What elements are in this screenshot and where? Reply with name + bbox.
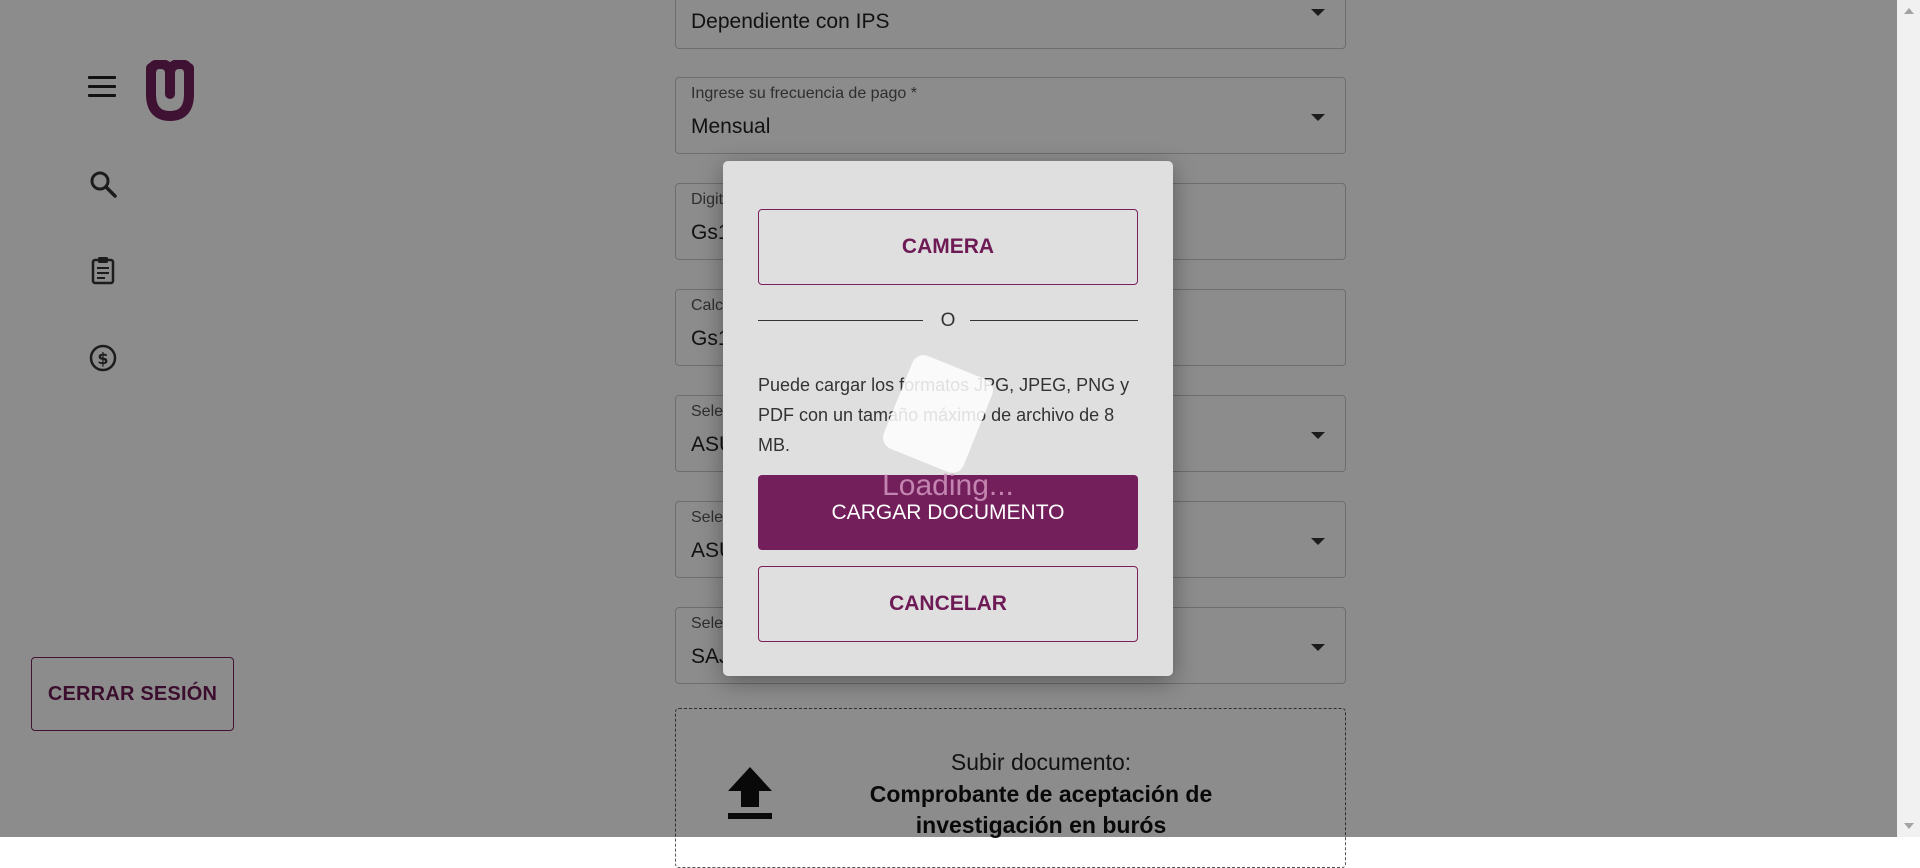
camera-button[interactable]: CAMERA (758, 209, 1138, 285)
upload-dialog: CAMERA O Puede cargar los formatos JPG, … (723, 161, 1173, 676)
divider-line-right (970, 320, 1138, 321)
page-scrollbar[interactable] (1897, 0, 1920, 837)
divider-line-left (758, 320, 923, 321)
scroll-down-arrow-icon[interactable] (1904, 823, 1914, 829)
scroll-up-arrow-icon[interactable] (1904, 8, 1914, 14)
divider-or-text: O (940, 310, 956, 331)
cancel-button[interactable]: CANCELAR (758, 566, 1138, 642)
loading-text: Loading... (882, 469, 1014, 502)
